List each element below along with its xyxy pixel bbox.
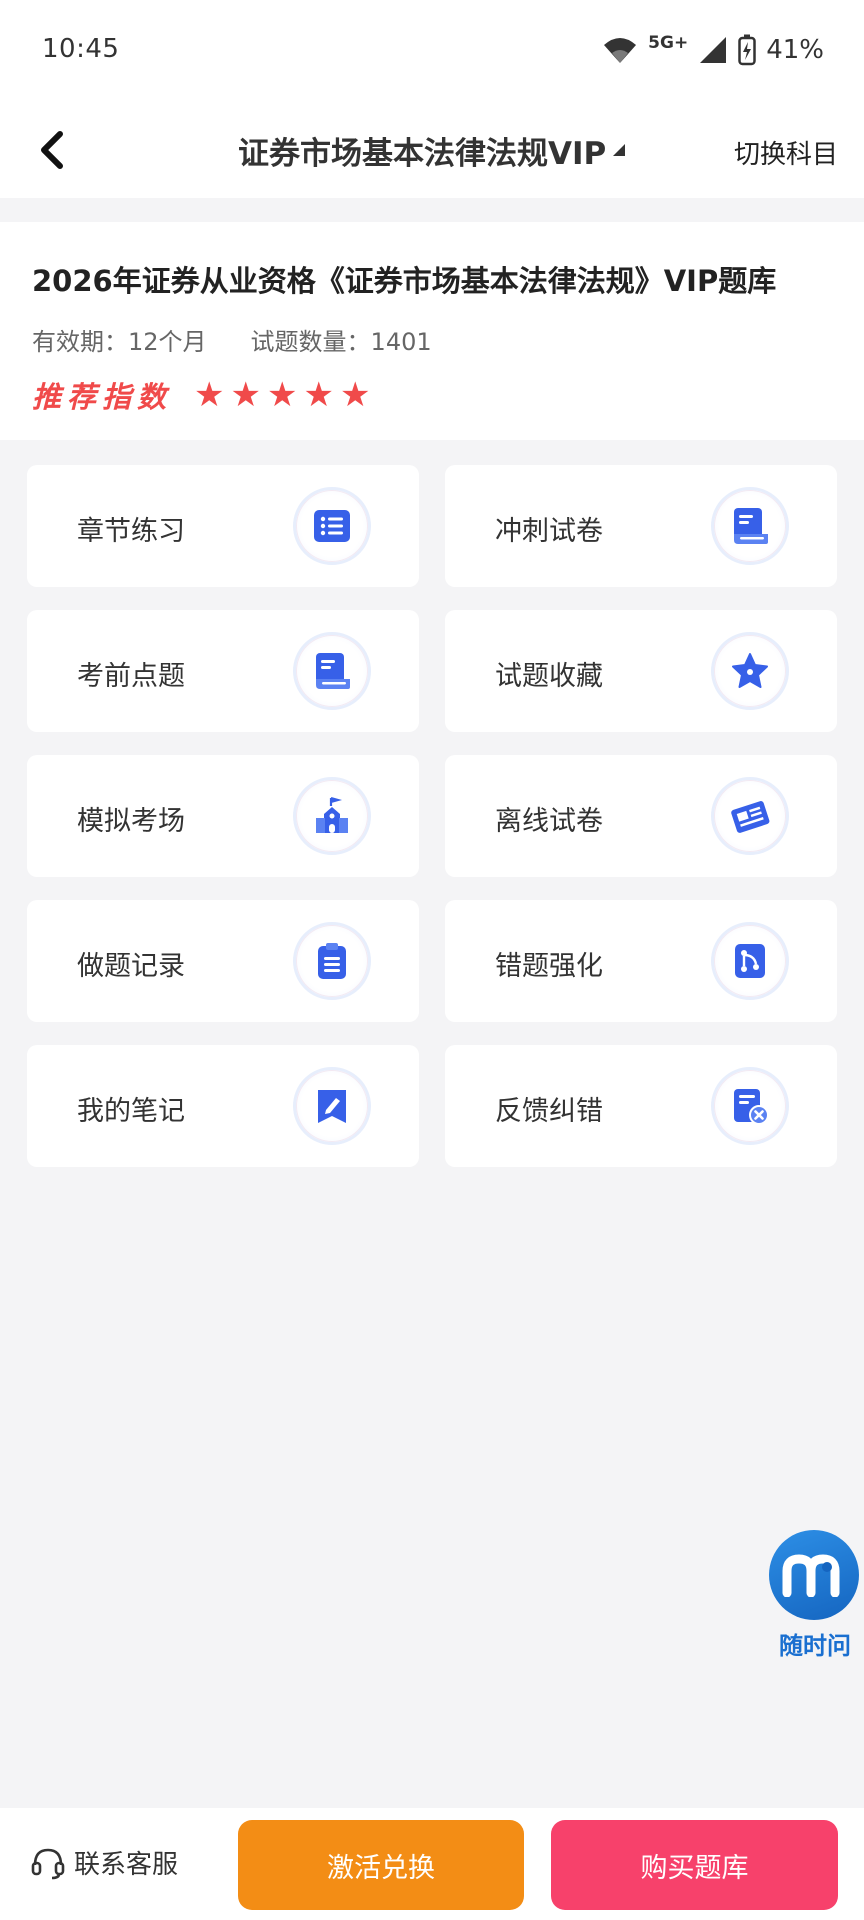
- tile-pre-exam-points[interactable]: 考前点题: [27, 610, 419, 732]
- school-icon: [293, 777, 371, 855]
- back-button[interactable]: [22, 120, 82, 180]
- note-edit-icon: [293, 1067, 371, 1145]
- tile-label: 试题收藏: [495, 661, 603, 692]
- tile-wrong-questions[interactable]: 错题强化: [445, 900, 837, 1022]
- exam-title: 2026年证券从业资格《证券市场基本法律法规》VIP题库: [32, 264, 777, 298]
- star-icon: [711, 632, 789, 710]
- tile-label: 反馈纠错: [495, 1096, 603, 1127]
- recommend-row: 推荐指数 ★ ★ ★ ★ ★: [32, 374, 370, 416]
- assistant-logo-icon: [769, 1530, 859, 1620]
- list-icon: [293, 487, 371, 565]
- wifi-icon: [602, 35, 638, 65]
- status-bar: 10:45 5G+ 41%: [0, 0, 864, 100]
- assistant-label: 随时问: [779, 1632, 851, 1660]
- tile-label: 做题记录: [77, 951, 185, 982]
- status-indicators: 5G+ 41%: [602, 30, 824, 70]
- star-icon: ★: [339, 375, 371, 415]
- recommend-label: 推荐指数: [32, 380, 173, 414]
- tile-label: 冲刺试卷: [495, 516, 603, 547]
- tile-my-notes[interactable]: 我的笔记: [27, 1045, 419, 1167]
- star-icon: ★: [194, 375, 225, 415]
- switch-subject-button[interactable]: 切换科目: [734, 134, 838, 171]
- tile-label: 错题强化: [495, 951, 603, 982]
- validity-text: 有效期：12个月: [32, 328, 207, 356]
- paper-icon: [293, 632, 371, 710]
- status-time: 10:45: [42, 34, 120, 64]
- tile-favorites[interactable]: 试题收藏: [445, 610, 837, 732]
- clipboard-icon: [293, 922, 371, 1000]
- assistant-button[interactable]: 随时问: [769, 1530, 861, 1661]
- exam-meta: 有效期：12个月 试题数量：1401: [32, 322, 432, 357]
- activate-redeem-button[interactable]: 激活兑换: [238, 1820, 524, 1910]
- chevron-left-icon: [41, 131, 63, 169]
- battery-percent: 41%: [766, 35, 824, 65]
- tile-offline-paper[interactable]: 离线试卷: [445, 755, 837, 877]
- git-icon: [711, 922, 789, 1000]
- title-truncation-marker: [613, 144, 625, 156]
- headset-icon: [31, 1848, 65, 1879]
- network-type: 5G+: [648, 33, 689, 53]
- tile-label: 我的笔记: [77, 1096, 185, 1127]
- customer-service-button[interactable]: 联系客服: [30, 1844, 178, 1881]
- tile-label: 离线试卷: [495, 806, 603, 837]
- newspaper-icon: [711, 777, 789, 855]
- tile-label: 考前点题: [77, 661, 185, 692]
- paper-icon: [711, 487, 789, 565]
- tile-label: 模拟考场: [77, 806, 185, 837]
- signal-icon: [698, 35, 728, 65]
- battery-charging-icon: [738, 34, 756, 66]
- buy-question-bank-button[interactable]: 购买题库: [551, 1820, 838, 1910]
- exam-info-card: 2026年证券从业资格《证券市场基本法律法规》VIP题库 有效期：12个月 试题…: [0, 222, 864, 440]
- question-count-text: 试题数量：1401: [250, 328, 432, 356]
- tile-sprint-paper[interactable]: 冲刺试卷: [445, 465, 837, 587]
- nav-bar: 证券市场基本法律法规VIP 切换科目: [0, 100, 864, 198]
- star-icon: ★: [266, 375, 298, 415]
- bottom-bar: 联系客服 激活兑换 购买题库: [0, 1808, 864, 1920]
- feature-grid: 章节练习 冲刺试卷 考前点题 试题收藏 模拟考场 离线试卷 做题记录 错题强化 …: [27, 465, 837, 1167]
- feedback-icon: [711, 1067, 789, 1145]
- page: 10:45 5G+ 41% 证券市场基本法律法规VIP 切换科目 2026年证券…: [0, 0, 864, 1920]
- tile-feedback[interactable]: 反馈纠错: [445, 1045, 837, 1167]
- tile-practice-history[interactable]: 做题记录: [27, 900, 419, 1022]
- customer-service-label: 联系客服: [74, 1850, 179, 1880]
- tile-label: 章节练习: [77, 516, 185, 547]
- page-title: 证券市场基本法律法规VIP: [238, 136, 607, 172]
- tile-mock-exam[interactable]: 模拟考场: [27, 755, 419, 877]
- star-icon: ★: [303, 375, 334, 415]
- tile-chapter-practice[interactable]: 章节练习: [27, 465, 419, 587]
- rating-stars: ★ ★ ★ ★ ★: [194, 378, 370, 412]
- star-icon: ★: [230, 375, 261, 415]
